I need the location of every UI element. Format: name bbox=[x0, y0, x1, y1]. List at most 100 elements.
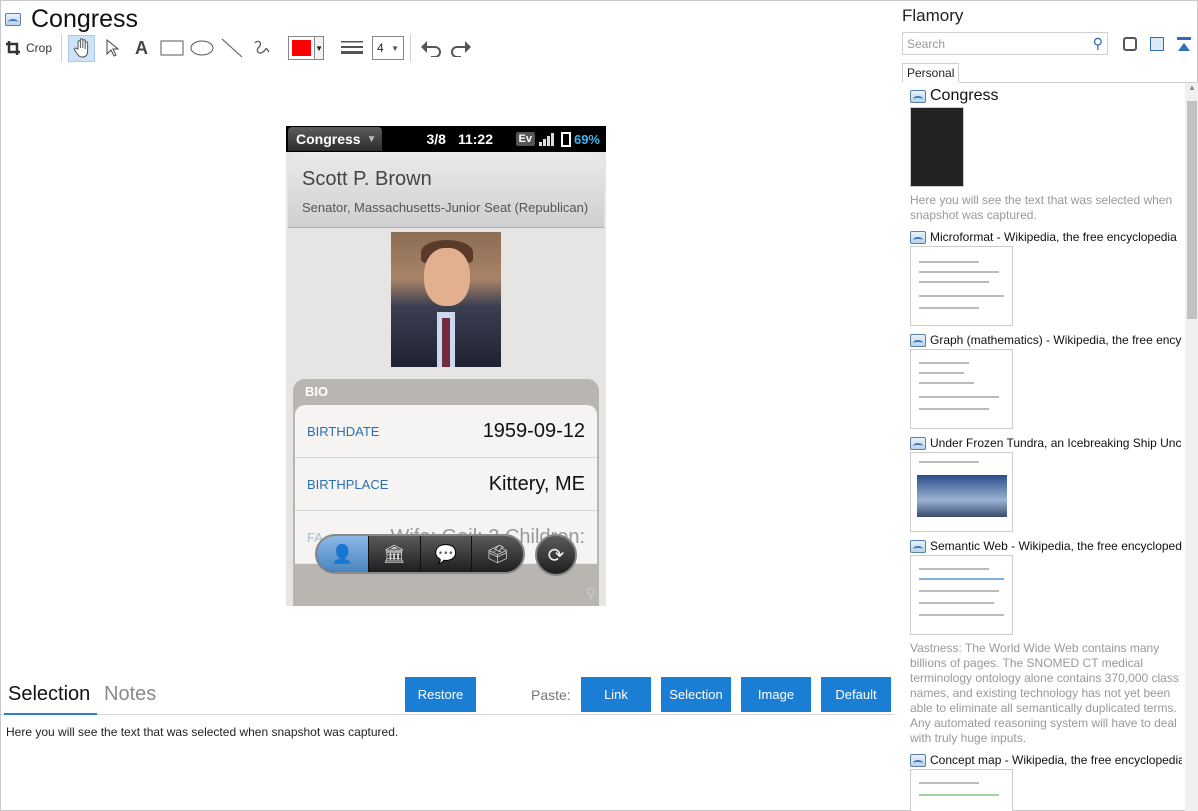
phone-time: 11:22 bbox=[457, 131, 493, 147]
redo-button[interactable] bbox=[447, 35, 474, 62]
ballot-icon: 🗳 bbox=[486, 543, 510, 564]
snapshot-item-title: Congress bbox=[910, 86, 1182, 106]
snapshot-desc: Vastness: The World Wide Web contains ma… bbox=[910, 641, 1179, 745]
phone-status-icons: Ev 69% bbox=[515, 131, 600, 147]
pointer-tool-button[interactable] bbox=[98, 35, 125, 62]
rectangle-tool-button[interactable] bbox=[158, 35, 185, 62]
bio-key: BIRTHDATE bbox=[307, 423, 380, 439]
phone-clock: 3/8 11:22 bbox=[426, 131, 505, 147]
undo-button[interactable] bbox=[417, 35, 444, 62]
tab-notes[interactable]: Notes bbox=[104, 683, 156, 706]
line-icon bbox=[221, 38, 242, 58]
snapshot-thumbnail bbox=[910, 555, 1013, 635]
battery-percent: 69% bbox=[573, 131, 600, 147]
snapshot-thumbnail bbox=[910, 107, 964, 187]
app-menu: Congress ▼ bbox=[288, 127, 383, 151]
sidebar-scrollbar[interactable]: ▲ bbox=[1185, 83, 1198, 811]
page-icon bbox=[910, 333, 926, 347]
snapshot-title: Congress bbox=[31, 4, 138, 33]
paste-default-button[interactable]: Default bbox=[821, 677, 891, 712]
profile-header: Scott P. Brown Senator, Massachusetts-Ju… bbox=[288, 152, 604, 228]
page-icon bbox=[5, 12, 21, 26]
selection-text[interactable]: Here you will see the text that was sele… bbox=[6, 725, 398, 739]
ellipse-icon bbox=[190, 40, 214, 56]
snapshot-item-title: Graph (mathematics) - Wikipedia, the fre… bbox=[910, 332, 1182, 348]
caret-down-icon: ▼ bbox=[366, 133, 377, 145]
snapshot-item-label: Under Frozen Tundra, an Icebreaking Ship… bbox=[930, 436, 1182, 450]
list-item[interactable]: Semantic Web - Wikipedia, the free encyc… bbox=[910, 538, 1182, 746]
line-width-value: 4 bbox=[377, 41, 384, 55]
color-swatch bbox=[292, 40, 312, 56]
camera-icon[interactable] bbox=[1123, 37, 1137, 51]
phone-status-bar: Congress ▼ 3/8 11:22 Ev 69% bbox=[286, 126, 606, 152]
freehand-tool-button[interactable] bbox=[248, 35, 275, 62]
redo-icon bbox=[450, 41, 471, 57]
phone-app-body: Scott P. Brown Senator, Massachusetts-Ju… bbox=[286, 152, 606, 606]
list-item[interactable]: Under Frozen Tundra, an Icebreaking Ship… bbox=[910, 435, 1182, 532]
thumbnail-image bbox=[917, 475, 1007, 517]
snapshot-item-title: Microformat - Wikipedia, the free encycl… bbox=[910, 229, 1182, 245]
list-item[interactable]: Concept map - Wikipedia, the free encycl… bbox=[910, 752, 1182, 811]
search-input[interactable]: Search ⚲ bbox=[902, 32, 1108, 55]
crop-icon bbox=[6, 41, 20, 55]
sidebar-tabbar: Personal bbox=[902, 63, 1198, 83]
snapshot-item-label: Congress bbox=[930, 87, 999, 104]
line-tool-button[interactable] bbox=[218, 35, 245, 62]
photo-face bbox=[424, 248, 470, 306]
toolbar-divider bbox=[61, 34, 63, 62]
hand-icon bbox=[73, 38, 88, 58]
line-width-icon bbox=[340, 41, 363, 54]
chevron-down-icon: ▼ bbox=[314, 37, 324, 59]
tab-selection-underline bbox=[4, 713, 97, 715]
undo-icon bbox=[420, 41, 441, 57]
bottom-toolbar: Selection Notes Restore Paste: Link Sele… bbox=[1, 677, 894, 715]
capitol-icon: 🏛 bbox=[369, 536, 421, 572]
snapshot-list: Congress Here you will see the text that… bbox=[910, 86, 1182, 811]
tab-personal[interactable]: Personal bbox=[902, 63, 960, 83]
snapshot-item-title: Concept map - Wikipedia, the free encycl… bbox=[910, 752, 1182, 768]
list-item[interactable]: Microformat - Wikipedia, the free encycl… bbox=[910, 229, 1182, 326]
list-item[interactable]: Graph (mathematics) - Wikipedia, the fre… bbox=[910, 332, 1182, 429]
restore-button[interactable]: Restore bbox=[405, 677, 476, 712]
snapshot-thumbnail bbox=[910, 452, 1013, 532]
paste-link-button[interactable]: Link bbox=[581, 677, 651, 712]
page-icon bbox=[910, 753, 926, 767]
phone-screenshot: Congress ▼ 3/8 11:22 Ev 69% Scott P. Brow… bbox=[286, 126, 606, 606]
pin-icon[interactable] bbox=[1177, 37, 1191, 51]
profile-photo bbox=[391, 232, 501, 367]
person-icon: 👤 bbox=[317, 536, 369, 572]
bio-value: Kittery, ME bbox=[488, 472, 585, 495]
bio-value: 1959-09-12 bbox=[482, 419, 585, 442]
text-tool-button[interactable]: A bbox=[128, 35, 155, 62]
rectangle-icon bbox=[160, 40, 184, 56]
snapshot-item-title: Under Frozen Tundra, an Icebreaking Ship… bbox=[910, 435, 1182, 451]
bio-heading: BIO bbox=[305, 384, 329, 399]
document-icon[interactable] bbox=[1150, 37, 1164, 51]
snapshot-thumbnail bbox=[910, 769, 1013, 811]
sidebar-title: Flamory bbox=[902, 6, 964, 25]
hand-tool-button[interactable] bbox=[68, 34, 96, 62]
paste-selection-button[interactable]: Selection bbox=[661, 677, 731, 712]
paste-label: Paste: bbox=[531, 687, 571, 703]
line-width-button[interactable] bbox=[338, 35, 365, 62]
arrow-pointer-icon bbox=[106, 39, 119, 57]
phone-dock: 👤 🏛 💬 🗳 bbox=[315, 534, 525, 574]
line-width-select[interactable]: 4 ▼ bbox=[372, 36, 405, 60]
list-item[interactable]: Congress Here you will see the text that… bbox=[910, 86, 1182, 223]
app-window: Congress Crop A ▼ 4 ▼ Congress ▼ 3/8 11:… bbox=[0, 0, 1198, 811]
color-picker[interactable]: ▼ bbox=[288, 36, 325, 60]
paste-image-button[interactable]: Image bbox=[741, 677, 811, 712]
crop-button[interactable]: Crop bbox=[5, 35, 52, 62]
search-icon[interactable]: ⚲ bbox=[1093, 35, 1103, 52]
scroll-up-icon[interactable]: ▲ bbox=[1185, 83, 1198, 97]
tab-selection[interactable]: Selection bbox=[8, 683, 90, 706]
flamory-sidebar: Flamory Search ⚲ Personal Congress Here … bbox=[896, 1, 1198, 811]
snapshot-desc: Here you will see the text that was sele… bbox=[910, 193, 1173, 222]
ellipse-tool-button[interactable] bbox=[188, 35, 215, 62]
signal-icon bbox=[538, 132, 555, 146]
page-icon bbox=[910, 539, 926, 553]
network-badge: Ev bbox=[515, 132, 535, 146]
title-row: Congress bbox=[5, 5, 138, 33]
photo-tie bbox=[442, 318, 450, 367]
scrollbar-thumb[interactable] bbox=[1187, 101, 1197, 319]
